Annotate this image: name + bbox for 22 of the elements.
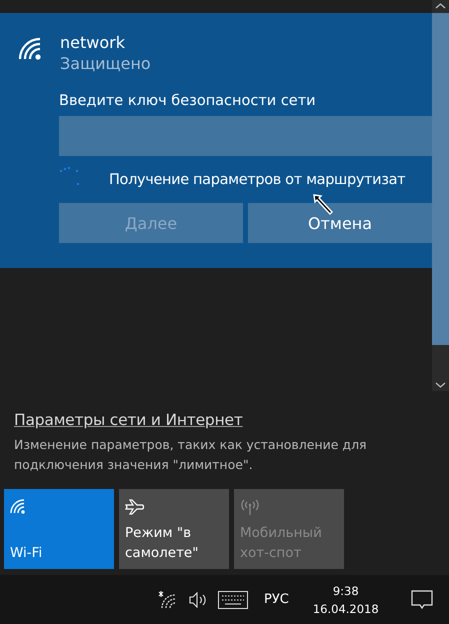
speaker-icon[interactable] [188,592,208,608]
cursor-icon [312,193,334,215]
keyboard-icon[interactable] [218,590,248,608]
network-name: network [60,33,126,52]
airplane-icon [125,499,145,515]
loading-spinner-icon [59,166,81,188]
prompt-label: Введите ключ безопасности сети [59,93,317,109]
wifi-icon[interactable] [158,590,178,608]
network-settings-link[interactable]: Параметры сети и Интернет [14,411,435,429]
airplane-tile[interactable]: Режим "в самолете" [119,489,229,569]
scrollbar[interactable] [432,0,449,391]
antenna-icon [240,499,260,515]
settings-description: Изменение параметров, таких как установление для подключения значения "лимитное". [14,436,368,474]
language-indicator[interactable]: РУС [264,592,289,607]
progress-text: Получение параметров от маршрутизат [109,172,406,188]
network-status: Защищено [60,54,151,73]
wifi-tile[interactable]: Wi-Fi [4,489,114,569]
clock[interactable]: 9:38 16.04.2018 [312,584,379,616]
cancel-button[interactable]: Отмена [248,203,432,243]
notification-icon[interactable] [410,590,433,610]
security-key-field[interactable] [59,116,432,156]
wifi-icon [10,499,26,515]
